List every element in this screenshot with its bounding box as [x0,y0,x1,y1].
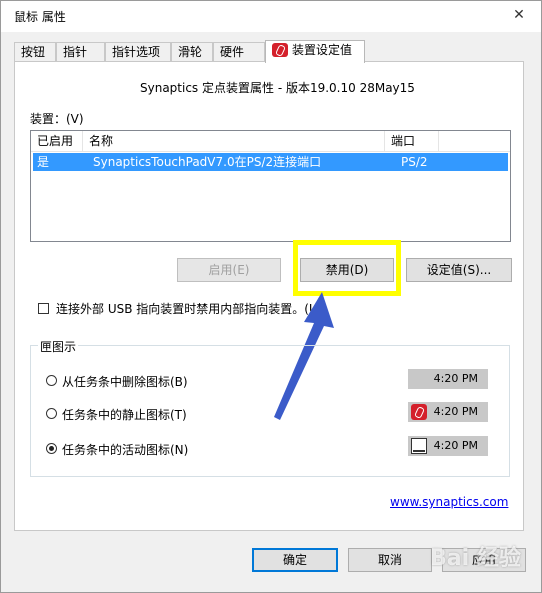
tray-time: 4:20 PM [433,372,478,385]
synaptics-website-link[interactable]: www.synaptics.com [390,495,508,509]
tab-pointers[interactable]: 指针 [56,42,105,61]
tab-wheel[interactable]: 滑轮 [171,42,213,61]
row-port: PS/2 [401,155,428,169]
title-bar [0,0,542,32]
tab-pointer-options[interactable]: 指针选项 [105,42,171,61]
radio-static-icon[interactable] [46,408,57,419]
tray-time: 4:20 PM [433,439,478,452]
tab-device-settings-label: 装置设定值 [292,43,353,57]
close-button[interactable]: ✕ [506,4,532,26]
apply-button[interactable]: 应用 [442,548,526,572]
tab-device-settings[interactable]: 装置设定值 [265,40,365,63]
tab-buttons[interactable]: 按钮 [14,42,56,61]
disable-button[interactable]: 禁用(D) [300,258,394,282]
ok-button[interactable]: 确定 [252,548,338,572]
tray-preview-static: 4:20 PM [408,402,488,422]
tab-hardware[interactable]: 硬件 [213,42,265,61]
row-device-name: SynapticsTouchPadV7.0在PS/2连接端口 [93,155,322,169]
row-enabled: 是 [37,155,50,169]
enable-button[interactable]: 启用(E) [177,258,281,282]
column-enabled[interactable]: 已启用 [31,131,83,151]
close-icon: ✕ [513,7,525,23]
synaptics-red-icon [411,404,427,420]
column-port[interactable]: 端口 [385,131,439,151]
device-list-label: 装置：(V) [30,112,84,126]
tray-icon-group-title: 匣图示 [38,338,79,355]
window-title: 鼠标 属性 [14,10,66,24]
driver-version-header: Synaptics 定点装置属性 - 版本19.0.10 28May15 [140,81,415,95]
device-list-header: 已启用 名称 端口 [31,131,510,152]
touchpad-icon [411,438,427,454]
column-name[interactable]: 名称 [83,131,385,151]
device-list[interactable]: 已启用 名称 端口 是 SynapticsTouchPadV7.0在PS/2连接… [30,130,511,242]
radio-active-icon-label: 任务条中的活动图标(N) [62,443,189,457]
tray-preview-none: 4:20 PM [408,369,488,389]
radio-active-icon[interactable] [46,443,57,454]
radio-static-icon-label: 任务条中的静止图标(T) [62,408,187,422]
synaptics-icon [272,43,288,57]
settings-button[interactable]: 设定值(S)... [406,258,512,282]
tray-preview-active: 4:20 PM [408,436,488,456]
disable-internal-checkbox[interactable] [38,303,49,314]
radio-remove-icon[interactable] [46,375,57,386]
cancel-button[interactable]: 取消 [348,548,432,572]
tray-time: 4:20 PM [433,405,478,418]
radio-remove-icon-label: 从任务条中删除图标(B) [62,375,188,389]
table-row[interactable]: 是 SynapticsTouchPadV7.0在PS/2连接端口 PS/2 [33,153,508,171]
